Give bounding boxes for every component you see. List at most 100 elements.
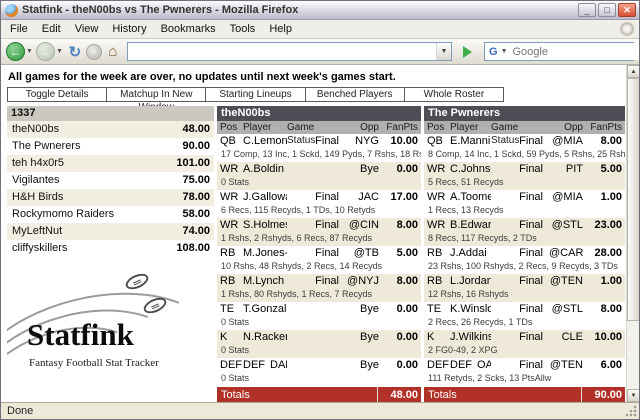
player-name-cell: DEF OAK [450,358,491,373]
maximize-button[interactable]: □ [598,3,616,17]
stat-line: 10 Rshs, 48 Rshyds, 2 Recs, 14 Recyds [221,261,383,271]
player-row[interactable]: RB L.JordanOAK Final @TEN 1.00 [424,274,625,289]
column-header: Pos [220,122,238,133]
resize-grip[interactable] [625,405,637,417]
menu-history[interactable]: History [105,21,153,37]
button-whole-roster[interactable]: Whole Roster [403,87,505,102]
stat-line: 5 Recs, 51 Recyds [428,177,504,187]
fanpts-cell: 8.00 [600,135,622,147]
column-header: Game Status [491,122,520,146]
player-row[interactable]: TE T.GonzalezKC Bye 0.00 [217,302,421,317]
roster-totals: Totals 90.00 [424,387,625,402]
standings-row[interactable]: theN00bs 48.00 [7,121,214,138]
menu-view[interactable]: View [68,21,106,37]
go-button[interactable] [457,42,477,61]
menu-help[interactable]: Help [262,21,299,37]
column-header: Game Status [287,122,316,146]
position-cell: WR [427,191,446,203]
league-name: 1337 [7,106,214,121]
standings-row[interactable]: teh h4x0r5 101.00 [7,155,214,172]
url-dropdown-icon[interactable]: ▼ [436,43,451,60]
player-name-cell: T.GonzalezKC [243,302,287,317]
position-cell: RB [427,275,443,287]
scroll-down-icon[interactable]: ▼ [627,389,639,402]
fanpts-cell: 28.00 [594,247,622,259]
player-row[interactable]: QB C.LemonMIA Final NYG 10.00 [217,134,421,149]
player-name: C.Johnson [450,163,491,175]
menu-file[interactable]: File [3,21,35,37]
scroll-up-icon[interactable]: ▲ [627,65,639,78]
position-cell: TE [220,303,235,315]
fanpts-cell: 8.00 [600,303,622,315]
button-benched-players[interactable]: Benched Players [304,87,405,102]
standings-row[interactable]: The Pwnerers 90.00 [7,138,214,155]
player-row[interactable]: DEFDEF OAK Final @TEN 6.00 [424,358,625,373]
scrollbar-thumb[interactable] [627,78,639,321]
player-row[interactable]: RB M.LynchBUF Final @NYJ 8.00 [217,274,421,289]
game-status-cell: Final [315,135,339,147]
home-button[interactable]: ⌂ [104,43,122,60]
player-name: E.Manning [450,135,491,147]
player-group: RB J.AddaiIND Final @CAR 28.00 23 Rshs, 100 R… [424,246,625,274]
standings-row[interactable]: MyLeftNut 74.00 [7,223,214,240]
stat-line: 0 Stats [221,345,250,355]
back-button[interactable]: ← [6,42,25,61]
player-row[interactable]: WR A.BoldinARI Bye 0.00 [217,162,421,177]
stat-line: 2 Recs, 26 Recyds, 1 TDs [428,317,533,327]
button-starting-lineups[interactable]: Starting Lineups [205,87,306,102]
minimize-button[interactable]: _ [578,3,596,17]
standings-row[interactable]: cliffyskillers 108.00 [7,240,214,257]
player-row[interactable]: K J.WilkinsSTL Final CLE 10.00 [424,330,625,345]
player-row[interactable]: WR B.EdwardsCLE Final @STL 23.00 [424,218,625,233]
position-cell: WR [220,191,239,203]
search-engine-dropdown-icon[interactable]: ▼ [501,48,508,55]
player-row[interactable]: TE K.WinslowCLE Final @STL 8.00 [424,302,625,317]
team-score: 48.00 [182,123,210,135]
vertical-scrollbar[interactable]: ▲ ▼ [626,65,639,402]
opponent-cell: Bye [360,331,379,343]
player-group: K J.WilkinsSTL Final CLE 10.00 2 FG0-49, 2 XP… [424,330,625,358]
button-matchup-in-new-window[interactable]: Matchup In New Window [106,87,207,113]
reload-button[interactable]: ↻ [66,43,84,61]
fanpts-cell: 17.00 [390,191,418,203]
player-name: J.Wilkins [450,331,491,343]
roster-table-right: The Pwnerers Pos Player Game Status Opp FanPt… [424,106,625,402]
menu-tools[interactable]: Tools [223,21,263,37]
player-row[interactable]: RB J.AddaiIND Final @CAR 28.00 [424,246,625,261]
button-toggle-details[interactable]: Toggle Details [7,87,108,102]
stat-line: 1 Recs, 13 Recyds [428,205,504,215]
stat-line: 8 Recs, 117 Recyds, 2 TDs [428,233,537,243]
logo-title: Statfink [27,317,134,352]
player-row[interactable]: QB E.ManningNYG Final @MIA 8.00 [424,134,625,149]
stat-line: 0 Stats [221,317,250,327]
player-row[interactable]: RB M.Jones-DrewJAC Final @TB 5.00 [217,246,421,261]
standings-row[interactable]: Rockymomo Raiders 58.00 [7,206,214,223]
search-input[interactable] [510,43,639,60]
column-header: FanPts [590,122,622,133]
forward-dropdown-icon[interactable]: ▼ [56,48,63,55]
stat-line: 6 Recs, 115 Recyds, 1 TDs, 10 Retyds [221,205,376,215]
back-dropdown-icon[interactable]: ▼ [26,48,33,55]
player-row[interactable]: DEFDEF DAL Bye 0.00 [217,358,421,373]
player-row[interactable]: WR J.GallowayTB Final JAC 17.00 [217,190,421,205]
menu-edit[interactable]: Edit [35,21,68,37]
search-bar: G ▼ [484,42,639,61]
standings-panel: 1337 theN00bs 48.00 The Pwnerers 90.00 teh h… [7,106,214,384]
forward-button[interactable]: → [35,42,55,61]
player-row[interactable]: WR S.HolmesPIT Final @CIN 8.00 [217,218,421,233]
player-row[interactable]: WR A.ToomerNYG Final @MIA 1.00 [424,190,625,205]
game-status-cell: Final [519,275,543,287]
stop-button[interactable]: ✕ [85,43,102,60]
standings-row[interactable]: Vigilantes 75.00 [7,172,214,189]
url-input[interactable] [127,43,436,60]
standings-row[interactable]: H&H Birds 78.00 [7,189,214,206]
fanpts-cell: 1.00 [600,191,622,203]
opponent-cell: @CAR [549,247,584,259]
statfink-logo: Statfink Fantasy Football Stat Tracker [7,269,214,384]
player-name: L.Jordan [450,275,491,287]
player-row[interactable]: K N.RackersARI Bye 0.00 [217,330,421,345]
player-row[interactable]: WR C.JohnsonCIN Final PIT 5.00 [424,162,625,177]
logo-subtitle: Fantasy Football Stat Tracker [29,357,159,369]
close-button[interactable]: ✕ [618,3,636,17]
menu-bookmarks[interactable]: Bookmarks [154,21,223,37]
